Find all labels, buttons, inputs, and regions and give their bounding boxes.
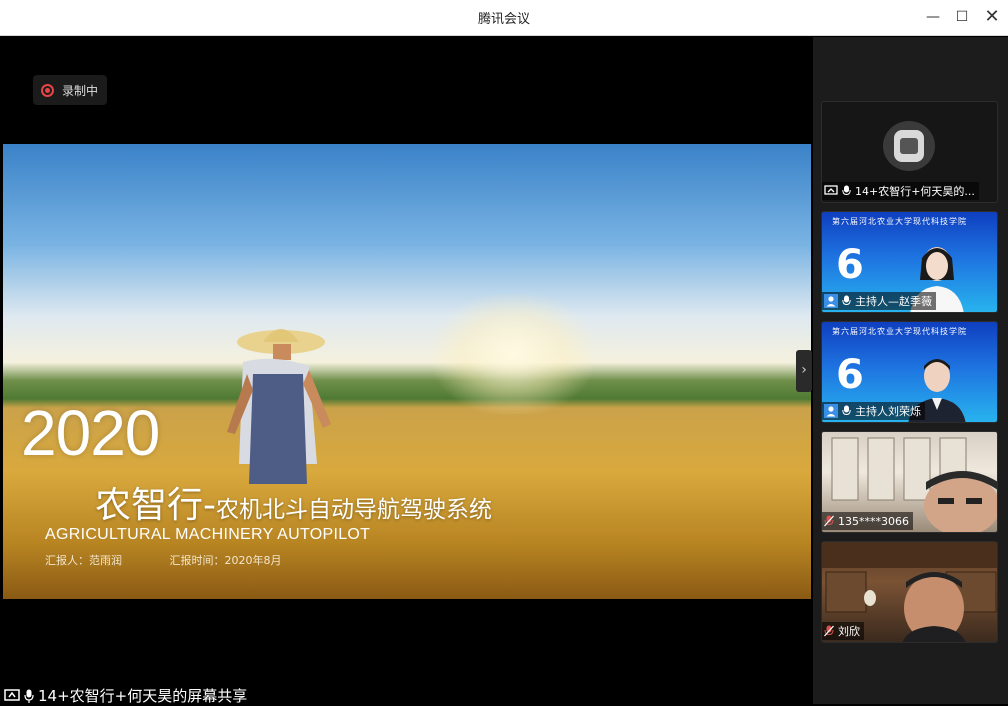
video-background-text: 第六届河北农业大学现代科技学院 bbox=[832, 217, 967, 226]
video-background-text: 第六届河北农业大学现代科技学院 bbox=[832, 327, 967, 336]
maximize-button[interactable]: ☐ bbox=[949, 6, 975, 28]
participant-tile[interactable]: 14+农智行+何天昊的... bbox=[821, 101, 998, 203]
participant-caption: 主持人刘荣烁 bbox=[822, 402, 925, 420]
shared-screen-view: 录制中 2020 农智行-农机北斗自动导航驾驶系统 AGRICULTURAL M… bbox=[3, 37, 813, 704]
screen-share-label: 14+农智行+何天昊的屏幕共享 bbox=[4, 685, 247, 706]
host-icon bbox=[824, 404, 838, 418]
participant-name: 主持人刘荣烁 bbox=[855, 405, 921, 418]
presentation-slide: 2020 农智行-农机北斗自动导航驾驶系统 AGRICULTURAL MACHI… bbox=[3, 144, 811, 599]
participant-tile[interactable]: 刘欣 bbox=[821, 541, 998, 643]
mic-icon bbox=[842, 185, 851, 197]
mic-icon bbox=[24, 689, 34, 703]
minimize-button[interactable]: — bbox=[920, 6, 946, 28]
mic-muted-icon bbox=[824, 625, 834, 637]
share-label-text: 14+农智行+何天昊的屏幕共享 bbox=[38, 687, 248, 705]
slide-title-main: 农智行 bbox=[95, 485, 204, 526]
slide-subtitle: AGRICULTURAL MACHINERY AUTOPILOT bbox=[45, 526, 371, 543]
participant-name: 刘欣 bbox=[838, 625, 860, 638]
slide-title: 农智行-农机北斗自动导航驾驶系统 bbox=[95, 476, 492, 528]
mic-icon bbox=[842, 295, 851, 307]
record-icon bbox=[41, 83, 54, 97]
slide-title-rest: 农机北斗自动导航驾驶系统 bbox=[216, 497, 493, 523]
video-background-logo: 6 bbox=[836, 352, 864, 398]
screen-share-icon bbox=[4, 688, 20, 701]
host-icon bbox=[824, 294, 838, 308]
participant-tile[interactable]: 135****3066 bbox=[821, 431, 998, 533]
participant-caption: 14+农智行+何天昊的... bbox=[822, 182, 979, 200]
slide-year: 2020 bbox=[21, 397, 160, 469]
sun-glow bbox=[433, 294, 593, 414]
participant-name: 主持人—赵季薇 bbox=[855, 295, 932, 308]
participant-name: 135****3066 bbox=[838, 514, 909, 528]
chevron-right-icon: › bbox=[801, 362, 807, 378]
close-button[interactable]: ✕ bbox=[979, 6, 1005, 28]
recording-indicator[interactable]: 录制中 bbox=[33, 75, 107, 105]
recording-label: 录制中 bbox=[62, 83, 99, 98]
mic-muted-icon bbox=[824, 515, 834, 527]
screen-share-icon bbox=[824, 185, 838, 197]
slide-date: 汇报时间：2020年8月 bbox=[169, 554, 282, 567]
slide-presenter: 汇报人：范雨润 bbox=[45, 554, 122, 567]
participant-tile[interactable]: 第六届河北农业大学现代科技学院 6 主持人—赵季薇 bbox=[821, 211, 998, 313]
participant-caption: 刘欣 bbox=[822, 622, 864, 640]
participant-caption: 135****3066 bbox=[822, 512, 913, 530]
slide-title-dash: - bbox=[203, 485, 217, 526]
window-title: 腾讯会议 bbox=[477, 12, 530, 27]
video-background-logo: 6 bbox=[836, 242, 864, 288]
participant-caption: 主持人—赵季薇 bbox=[822, 292, 936, 310]
mic-icon bbox=[842, 405, 851, 417]
participant-tile[interactable]: 第六届河北农业大学现代科技学院 6 主持人刘荣烁 bbox=[821, 321, 998, 423]
slide-meta: 汇报人：范雨润 汇报时间：2020年8月 bbox=[45, 552, 326, 568]
title-bar: 腾讯会议 — ☐ ✕ bbox=[0, 0, 1008, 36]
participant-sidebar: 14+农智行+何天昊的... 第六届河北农业大学现代科技学院 6 主持人—赵季薇… bbox=[813, 37, 1008, 704]
participant-name: 14+农智行+何天昊的... bbox=[855, 185, 975, 198]
avatar bbox=[883, 121, 935, 171]
collapse-sidebar-button[interactable]: › bbox=[796, 350, 812, 392]
